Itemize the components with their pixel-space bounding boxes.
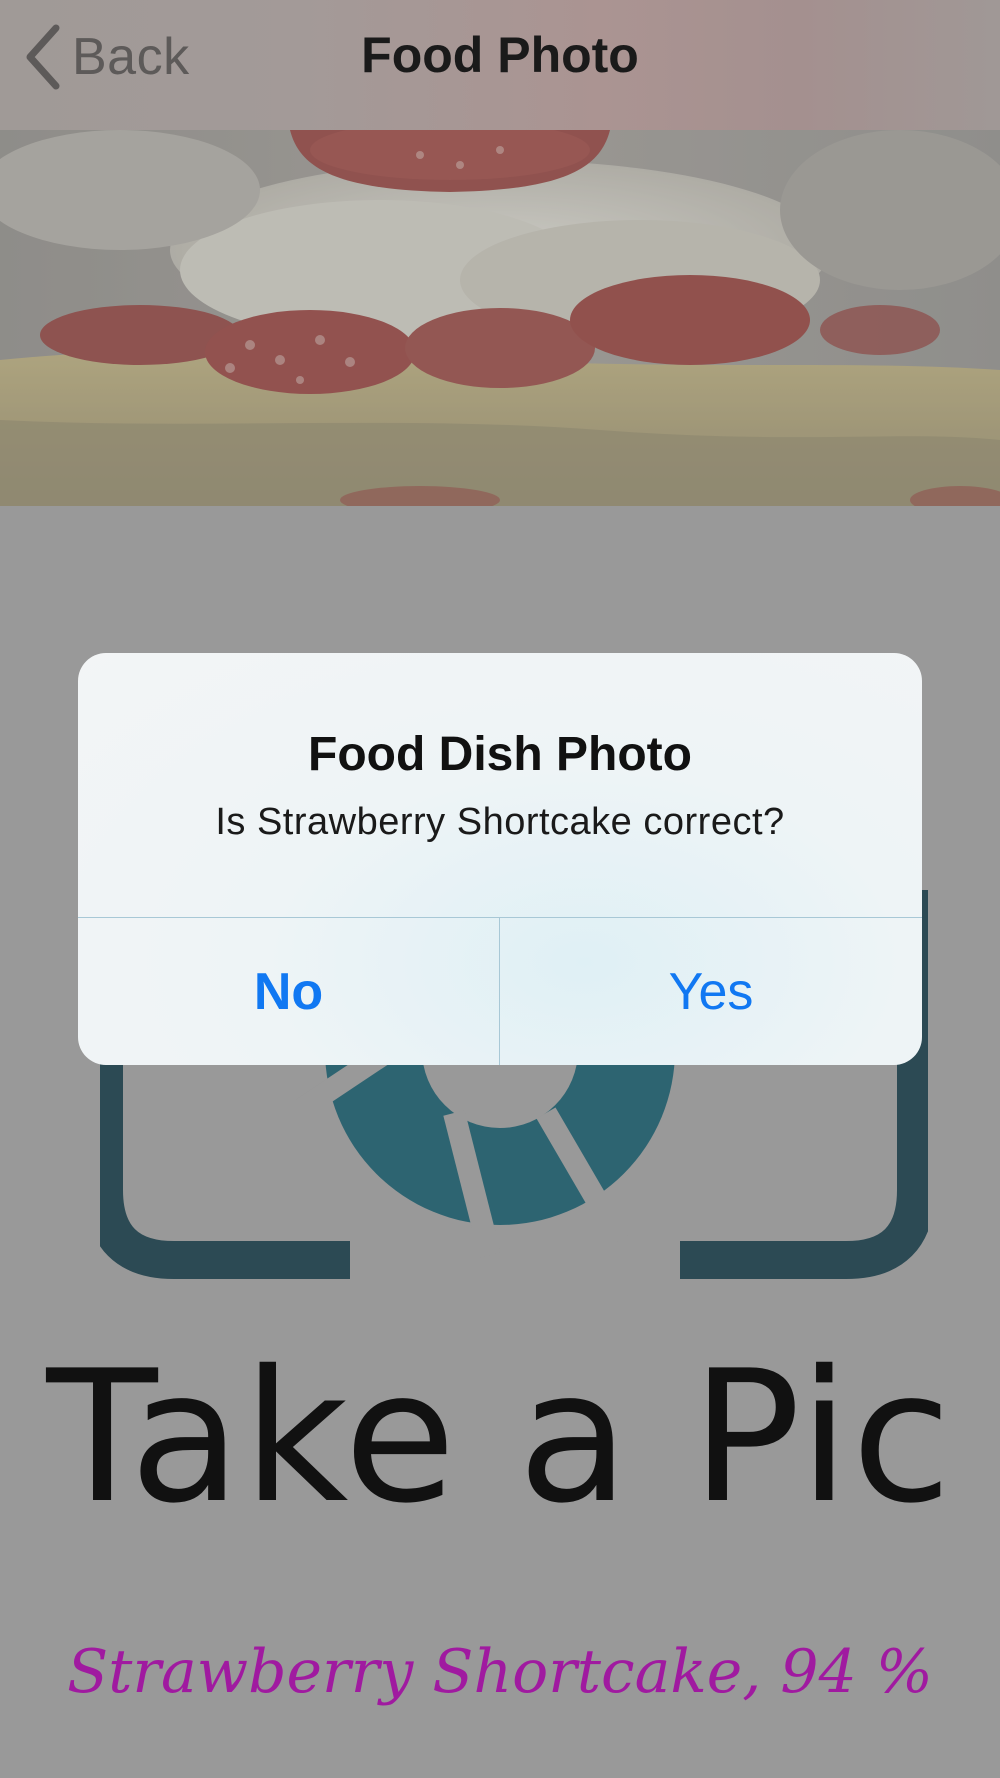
logo-text: Take a Pic (46, 1331, 954, 1543)
yes-button[interactable]: Yes (500, 918, 922, 1065)
page-title: Food Photo (361, 27, 639, 83)
alert-title: Food Dish Photo (308, 728, 692, 781)
navigation-bar: Back Food Photo (0, 0, 1000, 131)
alert-message: Is Strawberry Shortcake correct? (215, 801, 785, 843)
recognition-result: Strawberry Shortcake, 94 % (67, 1637, 933, 1707)
alert-dialog: Food Dish Photo Is Strawberry Shortcake … (78, 653, 922, 1065)
no-button[interactable]: No (78, 918, 499, 1065)
food-photo (0, 130, 1000, 506)
